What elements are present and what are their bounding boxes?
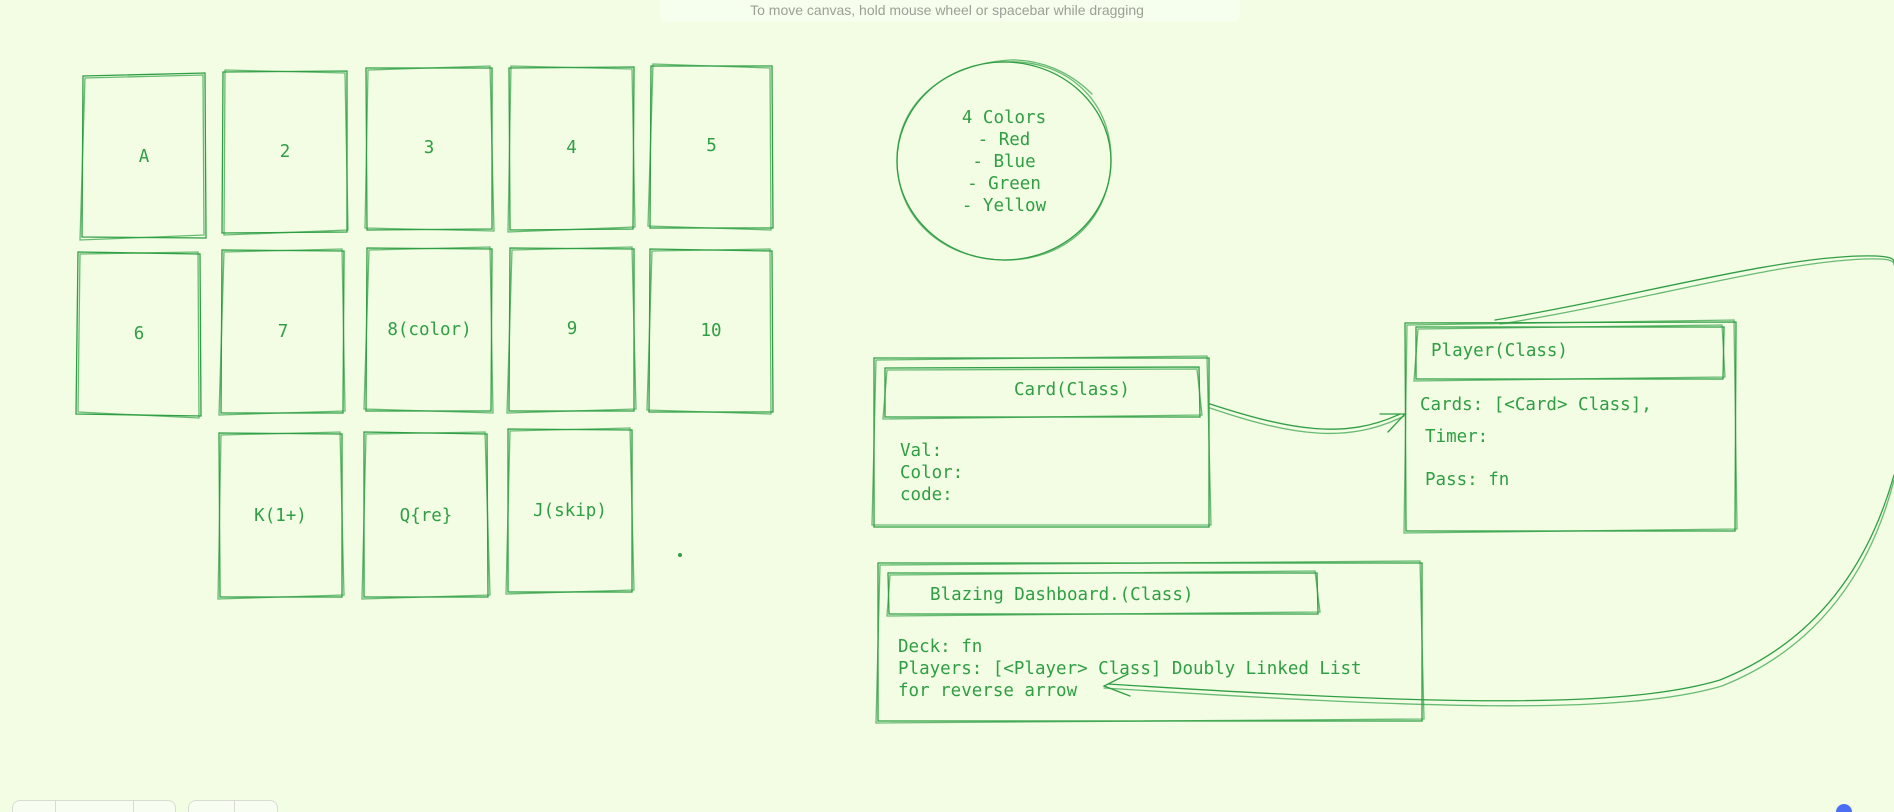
player-class-title: Player(Class) [1431, 341, 1568, 361]
stray-dot [678, 553, 682, 557]
player-class-field-pass: Pass: fn [1425, 470, 1510, 490]
card-label-4: 4 [566, 138, 577, 158]
color-item-yellow: - Yellow [961, 196, 1047, 216]
card-class-field-val: Val: [900, 441, 943, 461]
zoom-toolbar[interactable] [12, 800, 176, 812]
card-label-6: 6 [133, 324, 145, 344]
card-label-k: K(1+) [254, 506, 307, 526]
card-label-5: 5 [706, 136, 717, 156]
color-item-red: - Red [977, 130, 1031, 150]
dashboard-field-players: Players: [<Player> Class] Doubly Linked … [898, 659, 1362, 679]
card-label-9: 9 [566, 319, 578, 339]
card-label-j: J(skip) [533, 501, 607, 521]
card-class-field-code: code: [900, 485, 953, 505]
color-item-blue: - Blue [972, 152, 1036, 172]
card-label-a: A [138, 147, 150, 167]
colors-title: 4 Colors [961, 108, 1047, 128]
arrow-card-to-player[interactable] [1209, 403, 1407, 434]
dashboard-field-deck: Deck: fn [898, 637, 983, 657]
card-label-8-color: 8(color) [387, 320, 472, 340]
card-label-7: 7 [277, 322, 289, 342]
card-label-10: 10 [700, 321, 722, 341]
player-class-field-timer: Timer: [1425, 427, 1489, 447]
whiteboard-canvas[interactable]: To move canvas, hold mouse wheel or spac… [0, 0, 1894, 812]
card-label-3: 3 [423, 138, 435, 158]
player-class-field-cards: Cards: [<Card> Class], [1420, 395, 1652, 415]
color-item-green: - Green [967, 174, 1041, 194]
card-class-title: Card(Class) [1014, 380, 1130, 400]
undo-redo-toolbar[interactable] [188, 800, 278, 812]
card-class-field-color: Color: [900, 463, 964, 483]
card-label-2: 2 [279, 142, 291, 162]
card-label-q: Q{re} [399, 506, 453, 526]
dashboard-class-title: Blazing Dashboard.(Class) [930, 585, 1194, 605]
dashboard-field-reverse: for reverse arrow [898, 681, 1078, 701]
